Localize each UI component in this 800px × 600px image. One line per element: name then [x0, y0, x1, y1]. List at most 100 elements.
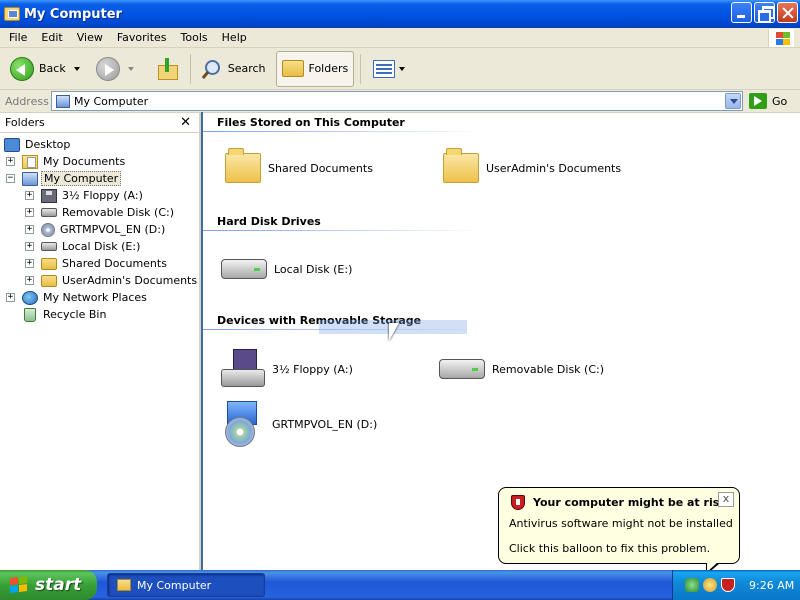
close-button[interactable]: [777, 2, 798, 23]
network-icon: [22, 290, 38, 305]
close-pane-button[interactable]: ✕: [180, 115, 191, 130]
tree-item-my-network-places[interactable]: My Network Places: [22, 289, 149, 306]
up-button[interactable]: [138, 51, 184, 87]
expand-toggle[interactable]: +: [25, 191, 34, 200]
forward-dropdown-icon[interactable]: [127, 66, 134, 71]
my-computer-icon: [22, 171, 38, 186]
tree-item-cd-drive[interactable]: GRTMPVOL_EN (D:): [41, 221, 167, 238]
windows-flag-icon: [10, 576, 28, 594]
menu-edit[interactable]: Edit: [34, 31, 69, 44]
address-label: Address: [5, 94, 49, 108]
start-label: start: [35, 575, 82, 595]
tree-item-label: My Computer: [41, 171, 122, 186]
folders-pane: Folders ✕ Desktop + My Documents − My Co…: [0, 112, 201, 570]
folder-icon: [41, 274, 57, 287]
folders-icon: [281, 60, 304, 77]
group-divider: [203, 131, 483, 132]
collapse-toggle[interactable]: −: [6, 174, 15, 183]
go-arrow-icon[interactable]: [749, 93, 767, 109]
tree-item-desktop[interactable]: Desktop: [4, 136, 72, 153]
minimize-button[interactable]: [731, 2, 752, 23]
balloon-close-button[interactable]: x: [718, 492, 734, 507]
item-useradmin-documents[interactable]: UserAdmin's Documents: [443, 148, 622, 183]
tree-item-label: My Network Places: [43, 291, 147, 304]
item-cd-drive[interactable]: GRTMPVOL_EN (D:): [221, 401, 377, 447]
tree-item-floppy[interactable]: 3½ Floppy (A:): [41, 187, 145, 204]
security-center-tray-icon[interactable]: [703, 578, 717, 592]
tree-item-label: Recycle Bin: [43, 308, 107, 321]
balloon-title: Your computer might be at risk: [533, 496, 727, 509]
menu-tools[interactable]: Tools: [174, 31, 215, 44]
title-bar[interactable]: My Computer: [0, 0, 800, 28]
search-button[interactable]: Search: [197, 51, 270, 87]
windows-logo-icon: [768, 29, 794, 47]
hard-drive-icon: [221, 259, 267, 279]
recycle-bin-icon: [24, 307, 36, 322]
balloon-action-text[interactable]: Click this balloon to fix this problem.: [509, 542, 710, 555]
tree-item-removable-disk[interactable]: Removable Disk (C:): [41, 204, 176, 221]
menu-favorites[interactable]: Favorites: [110, 31, 174, 44]
tree-item-label: My Documents: [43, 155, 126, 168]
tree-item-shared-documents[interactable]: Shared Documents: [41, 255, 169, 272]
security-alert-tray-icon[interactable]: [721, 578, 735, 592]
address-input[interactable]: My Computer: [51, 91, 743, 111]
item-label: Removable Disk (C:): [492, 362, 605, 376]
expand-toggle[interactable]: +: [6, 293, 15, 302]
tree-item-local-disk[interactable]: Local Disk (E:): [41, 238, 142, 255]
cd-drive-icon: [221, 401, 265, 447]
tree-item-useradmin-documents[interactable]: UserAdmin's Documents: [41, 272, 199, 289]
taskbar-button-my-computer[interactable]: My Computer: [107, 573, 265, 597]
expand-toggle[interactable]: +: [25, 225, 34, 234]
expand-toggle[interactable]: +: [25, 259, 34, 268]
up-folder-icon: [156, 57, 180, 80]
tree-item-label: 3½ Floppy (A:): [62, 189, 143, 202]
menu-view[interactable]: View: [70, 31, 110, 44]
expand-toggle[interactable]: +: [25, 276, 34, 285]
menu-bar: File Edit View Favorites Tools Help: [0, 28, 800, 48]
folder-icon: [225, 148, 261, 183]
tree-item-label: Local Disk (E:): [62, 240, 141, 253]
start-button[interactable]: start: [0, 570, 97, 600]
address-dropdown-button[interactable]: [725, 93, 741, 109]
tree-item-my-documents[interactable]: My Documents: [22, 153, 127, 170]
folder-icon: [41, 257, 57, 270]
expand-toggle[interactable]: +: [25, 208, 34, 217]
group-divider: [203, 230, 483, 231]
balloon-message: Antivirus software might not be installe…: [509, 517, 733, 530]
folders-pane-header: Folders ✕: [0, 113, 199, 133]
item-label: UserAdmin's Documents: [486, 161, 622, 175]
folder-icon: [117, 579, 131, 591]
item-removable-disk[interactable]: Removable Disk (C:): [439, 359, 604, 379]
tree-item-recycle-bin[interactable]: Recycle Bin: [22, 306, 108, 323]
forward-button[interactable]: [84, 51, 138, 87]
item-label: Shared Documents: [268, 161, 373, 175]
go-button[interactable]: Go: [772, 95, 787, 108]
back-arrow-icon: [10, 56, 34, 81]
views-dropdown-icon: [399, 66, 406, 71]
item-label: 3½ Floppy (A:): [272, 362, 353, 376]
clock[interactable]: 9:26 AM: [749, 579, 794, 592]
item-local-disk[interactable]: Local Disk (E:): [221, 259, 352, 279]
back-dropdown-icon[interactable]: [73, 66, 80, 71]
menu-help[interactable]: Help: [215, 31, 254, 44]
search-icon: [201, 58, 223, 80]
mouse-cursor-icon: [389, 323, 399, 341]
tree-item-my-computer[interactable]: My Computer: [22, 170, 122, 187]
network-tray-icon[interactable]: [685, 578, 699, 592]
address-bar: Address My Computer Go: [0, 90, 800, 112]
security-balloon[interactable]: Your computer might be at risk x Antivir…: [498, 487, 740, 564]
views-button[interactable]: [367, 51, 409, 87]
folders-button[interactable]: Folders: [275, 50, 355, 87]
cd-icon: [41, 222, 55, 237]
expand-toggle[interactable]: +: [25, 242, 34, 251]
item-floppy[interactable]: 3½ Floppy (A:): [221, 349, 353, 389]
item-shared-documents[interactable]: Shared Documents: [225, 148, 373, 183]
address-value: My Computer: [74, 94, 149, 108]
my-documents-icon: [22, 154, 38, 169]
restore-button[interactable]: [754, 2, 775, 23]
expand-toggle[interactable]: +: [6, 157, 15, 166]
drive-icon: [41, 208, 57, 217]
back-button[interactable]: Back: [0, 51, 84, 87]
menu-file[interactable]: File: [2, 31, 34, 44]
views-icon: [373, 59, 396, 78]
